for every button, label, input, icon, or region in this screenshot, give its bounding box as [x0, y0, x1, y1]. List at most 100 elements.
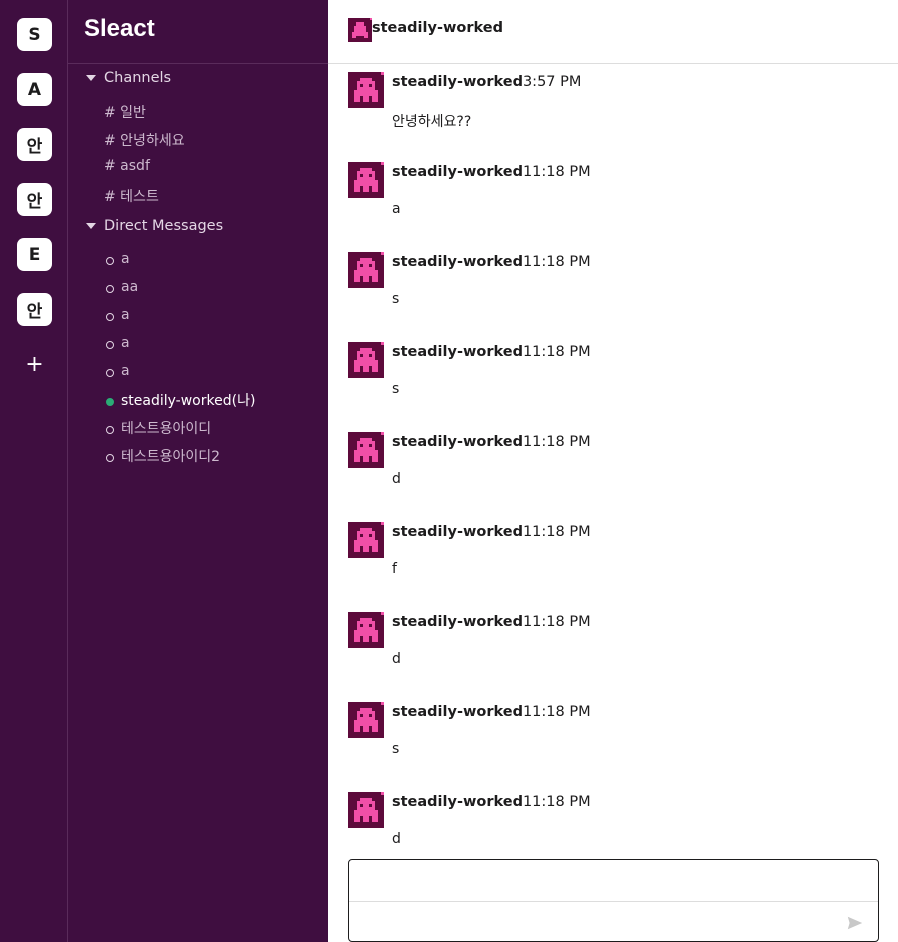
message: steadily-worked11:18 PM s: [348, 246, 878, 326]
message-author[interactable]: steadily-worked11:18 PM: [392, 434, 591, 450]
channel-item[interactable]: # asdf: [104, 158, 150, 174]
message-text: 안녕하세요??: [392, 114, 472, 130]
chat-main: steadily-worked steadily-worked3:57 PM 안…: [328, 0, 898, 942]
avatar-icon[interactable]: [348, 702, 384, 738]
channels-section-toggle[interactable]: Channels: [86, 70, 171, 86]
status-offline-icon: [106, 284, 114, 293]
message-composer: [348, 859, 879, 942]
channels-section-label: Channels: [104, 70, 172, 86]
message-author[interactable]: steadily-worked11:18 PM: [392, 794, 591, 810]
avatar-icon[interactable]: [348, 612, 384, 648]
message-text: f: [392, 561, 397, 577]
author-name: steadily-worked: [392, 254, 523, 270]
author-name: steadily-worked: [392, 344, 523, 360]
message-author[interactable]: steadily-worked11:18 PM: [392, 164, 591, 180]
workspace-rail: S A 안 안 E 안 +: [0, 0, 68, 942]
message-time: 11:18 PM: [522, 794, 591, 810]
dm-item-label: a: [121, 307, 130, 323]
message: steadily-worked11:18 PM f: [348, 516, 878, 596]
add-workspace-button[interactable]: +: [17, 349, 52, 379]
channel-sidebar: Sleact Channels # 일반 # 안녕하세요 # asdf # 테스…: [68, 0, 328, 942]
dm-item[interactable]: a: [106, 335, 130, 351]
message-text: s: [392, 741, 400, 757]
status-offline-icon: [106, 425, 114, 434]
message-author[interactable]: steadily-worked3:57 PM: [392, 74, 581, 90]
message: steadily-worked11:18 PM d: [348, 606, 878, 686]
dm-item[interactable]: a: [106, 307, 130, 323]
status-online-icon: [106, 397, 114, 406]
workspace-button[interactable]: 안: [17, 128, 52, 161]
dm-item-label: steadily-worked(나): [121, 393, 256, 409]
workspace-button[interactable]: E: [17, 238, 52, 271]
avatar-icon[interactable]: [348, 342, 384, 378]
message-author[interactable]: steadily-worked11:18 PM: [392, 524, 591, 540]
author-name: steadily-worked: [392, 164, 523, 180]
dm-item[interactable]: aa: [106, 279, 138, 295]
dm-item[interactable]: 테스트용아이디2: [106, 446, 220, 466]
message-time: 11:18 PM: [522, 254, 591, 270]
message-time: 11:18 PM: [522, 704, 591, 720]
message-author[interactable]: steadily-worked11:18 PM: [392, 344, 591, 360]
channel-item[interactable]: # 안녕하세요: [104, 130, 185, 150]
channel-item[interactable]: # 테스트: [104, 186, 159, 206]
dm-item-self[interactable]: steadily-worked(나): [106, 390, 255, 410]
workspace-button[interactable]: 안: [17, 293, 52, 326]
workspace-button[interactable]: A: [17, 73, 52, 106]
dm-item[interactable]: a: [106, 363, 130, 379]
dm-item-label: aa: [121, 279, 139, 295]
dm-item-label: a: [121, 363, 130, 379]
status-offline-icon: [106, 340, 114, 349]
author-name: steadily-worked: [392, 614, 523, 630]
chat-header-name: steadily-worked: [372, 20, 503, 36]
avatar-icon[interactable]: [348, 252, 384, 288]
dm-section-toggle[interactable]: Direct Messages: [86, 218, 223, 234]
status-offline-icon: [106, 453, 114, 462]
message-time: 3:57 PM: [522, 74, 582, 90]
dm-item-label: a: [121, 335, 130, 351]
status-offline-icon: [106, 368, 114, 377]
workspace-title[interactable]: Sleact: [84, 15, 155, 43]
avatar-icon[interactable]: [348, 72, 384, 108]
dm-item-label: 테스트용아이디: [121, 421, 212, 437]
message-author[interactable]: steadily-worked11:18 PM: [392, 704, 591, 720]
dm-section-label: Direct Messages: [104, 218, 224, 234]
message-time: 11:18 PM: [522, 614, 591, 630]
caret-down-icon: [86, 75, 96, 81]
message-input[interactable]: [349, 860, 878, 901]
author-name: steadily-worked: [392, 434, 523, 450]
message: steadily-worked11:18 PM s: [348, 336, 878, 416]
avatar-icon[interactable]: [348, 522, 384, 558]
message: steadily-worked3:57 PM 안녕하세요??: [348, 66, 878, 146]
message-author[interactable]: steadily-worked11:18 PM: [392, 614, 591, 630]
avatar-icon[interactable]: [348, 792, 384, 828]
avatar-icon[interactable]: [348, 432, 384, 468]
message-text: s: [392, 381, 400, 397]
message-text: d: [392, 471, 401, 487]
author-name: steadily-worked: [392, 524, 523, 540]
workspace-button[interactable]: S: [17, 18, 52, 51]
caret-down-icon: [86, 223, 96, 229]
avatar-icon[interactable]: [348, 162, 384, 198]
dm-item-label: a: [121, 251, 130, 267]
message-text: d: [392, 651, 401, 667]
dm-item[interactable]: 테스트용아이디: [106, 418, 211, 438]
author-name: steadily-worked: [392, 74, 523, 90]
message: steadily-worked11:18 PM s: [348, 696, 878, 776]
author-name: steadily-worked: [392, 794, 523, 810]
message-time: 11:18 PM: [522, 164, 591, 180]
dm-item[interactable]: a: [106, 251, 130, 267]
composer-divider: [349, 901, 878, 902]
message-text: s: [392, 291, 400, 307]
workspace-button[interactable]: 안: [17, 183, 52, 216]
dm-item-label: 테스트용아이디2: [121, 449, 221, 465]
sidebar-divider: [68, 63, 328, 64]
chat-header: steadily-worked: [328, 0, 898, 64]
message: steadily-worked11:18 PM a: [348, 156, 878, 236]
message-text: a: [392, 201, 401, 217]
message-text: d: [392, 831, 401, 847]
channel-item[interactable]: # 일반: [104, 102, 146, 122]
message-time: 11:18 PM: [522, 524, 591, 540]
send-icon[interactable]: [846, 914, 864, 932]
message-author[interactable]: steadily-worked11:18 PM: [392, 254, 591, 270]
message-time: 11:18 PM: [522, 434, 591, 450]
